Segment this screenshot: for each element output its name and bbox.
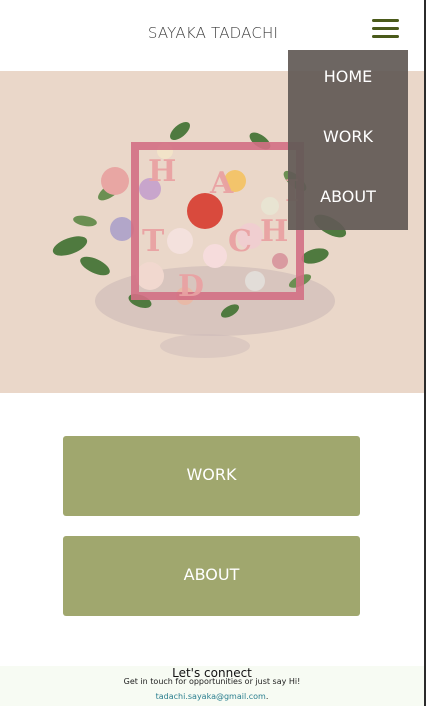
logo-letter: H <box>260 214 288 249</box>
logo-letter: A <box>209 166 234 201</box>
about-button[interactable]: ABOUT <box>63 536 360 616</box>
menu-item-about[interactable]: ABOUT <box>288 170 408 230</box>
logo-letter: T <box>142 224 165 259</box>
logo-letter: C <box>228 224 252 259</box>
hamburger-bar <box>372 19 399 22</box>
email-suffix: . <box>265 692 269 701</box>
menu-item-home[interactable]: HOME <box>288 50 408 110</box>
menu-item-work[interactable]: WORK <box>288 110 408 170</box>
hamburger-bar <box>372 27 399 30</box>
work-button[interactable]: WORK <box>63 436 360 516</box>
email-link[interactable]: tadachi.sayaka@gmail.com <box>156 692 266 701</box>
site-title[interactable]: SAYAKA TADACHI <box>0 24 426 42</box>
footer-subtext: Get in touch for opportunities or just s… <box>123 677 301 686</box>
logo-letter: D <box>178 269 204 304</box>
dropdown-nav-menu: HOME WORK ABOUT <box>288 50 408 230</box>
hamburger-bar <box>372 35 399 38</box>
footer-email-line: tadachi.sayaka@gmail.com. <box>0 692 424 701</box>
logo-letter: H <box>148 154 176 189</box>
hamburger-menu-icon[interactable] <box>372 19 400 41</box>
footer: Let's connect Get in touch for opportuni… <box>0 666 424 706</box>
